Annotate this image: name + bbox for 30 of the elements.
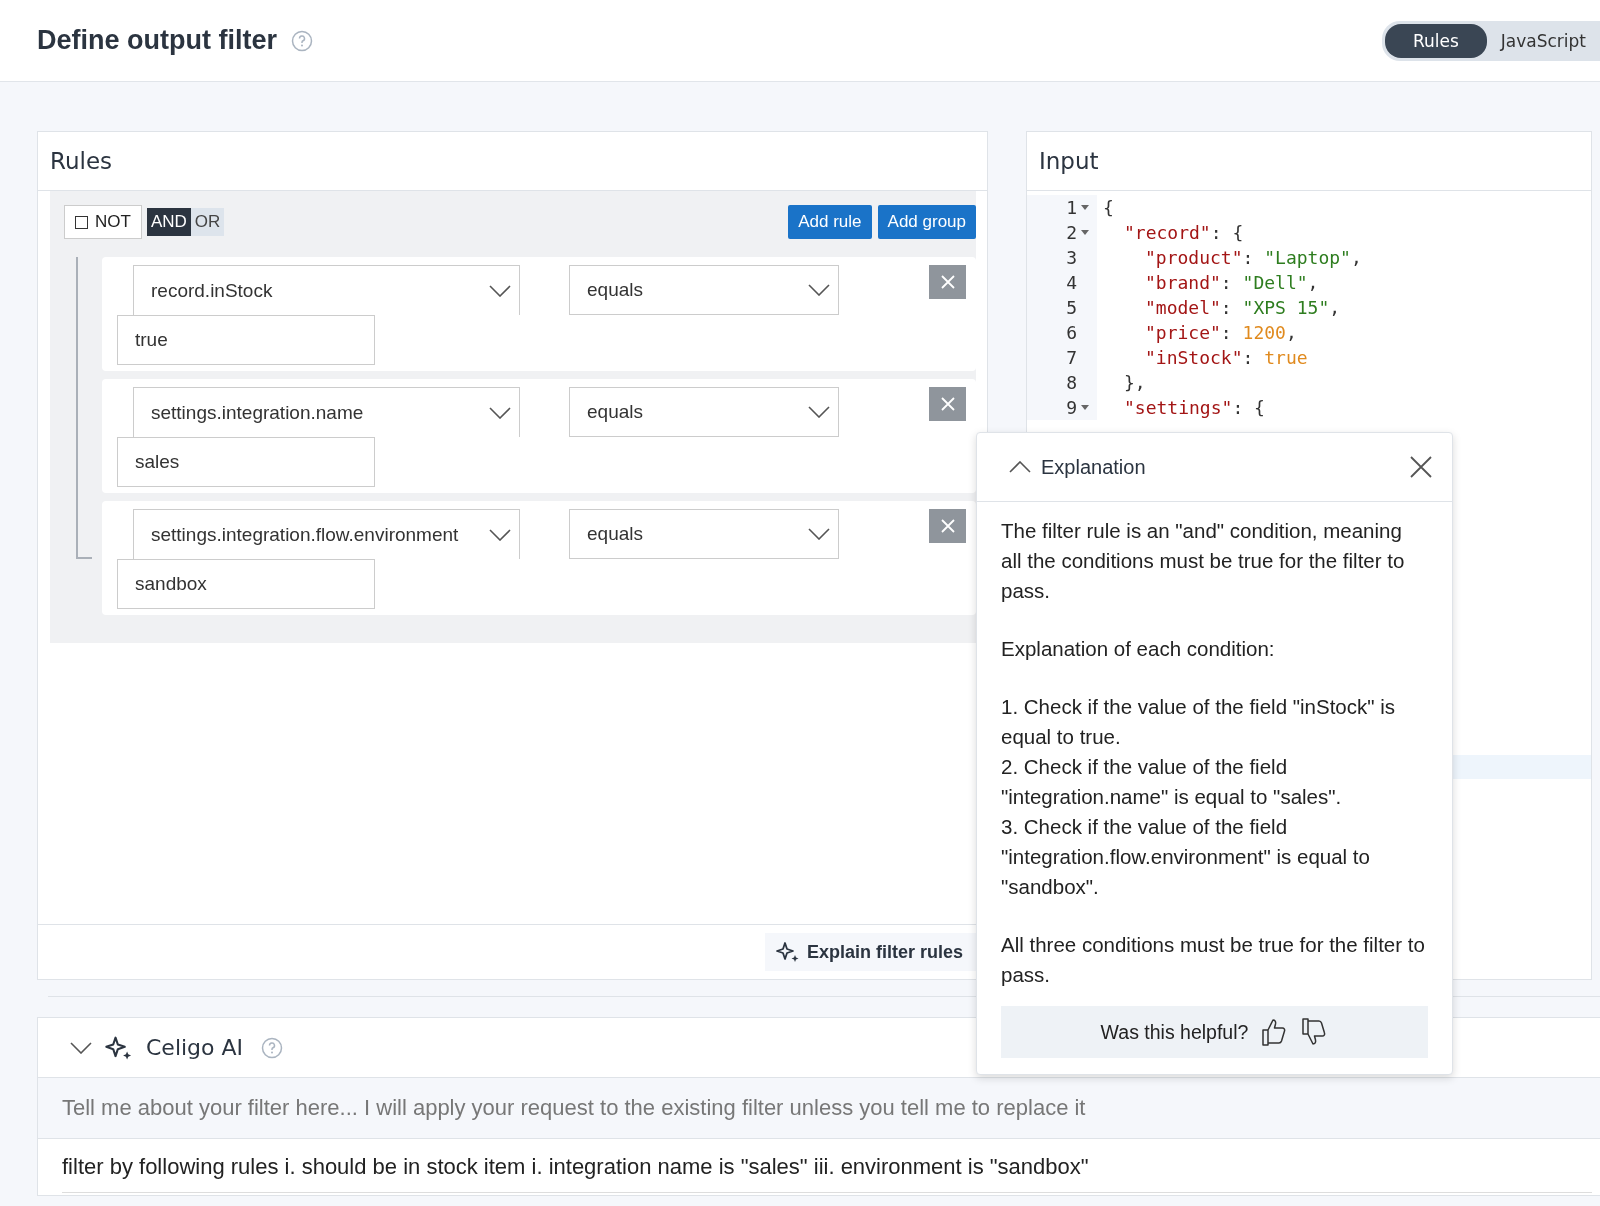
code-text: {	[1103, 197, 1114, 218]
line-number: 6	[1066, 322, 1077, 343]
line-number: 5	[1066, 297, 1077, 318]
panel-title: Input	[1039, 148, 1099, 174]
code-text: },	[1124, 372, 1146, 393]
line-number: 8	[1066, 372, 1077, 393]
page-title: Define output filter	[37, 25, 277, 56]
panel-title: Rules	[50, 148, 113, 174]
code-text: "price": 1200,	[1145, 322, 1297, 343]
code-text: "product": "Laptop",	[1145, 247, 1362, 268]
condition-text: 2. Check if the value of the field "integration.name" is equal to "sales".	[1001, 754, 1343, 810]
popup-title: Explanation	[1041, 455, 1146, 479]
code-text: "inStock": true	[1145, 347, 1308, 368]
line-number: 7	[1066, 347, 1077, 368]
line-number: 9	[1066, 397, 1077, 418]
condition-text: 3. Check if the value of the field "integration.flow.environment" is equal to "sandbox".	[1001, 814, 1371, 900]
code-text: "model": "XPS 15",	[1145, 297, 1341, 318]
code-text: "brand": "Dell",	[1145, 272, 1319, 293]
line-number: 3	[1066, 247, 1077, 268]
explanation-text: The filter rule is an "and" condition, meaning all the conditions must be true for the filter to pass.	[1001, 518, 1406, 604]
explanation-text: Explanation of each condition:	[1001, 636, 1276, 662]
ai-title: Celigo AI	[146, 1035, 244, 1060]
line-number: 2	[1066, 222, 1077, 243]
code-text: "record": {	[1124, 222, 1244, 243]
line-number: 4	[1066, 272, 1077, 293]
condition-text: 1. Check if the value of the field "inStock" is equal to true.	[1001, 694, 1396, 750]
explanation-text: All three conditions must be true for the filter to pass.	[1001, 932, 1426, 988]
feedback-question: Was this helpful?	[1100, 1020, 1249, 1044]
code-text: "settings": {	[1124, 397, 1265, 418]
line-number: 1	[1066, 197, 1077, 218]
